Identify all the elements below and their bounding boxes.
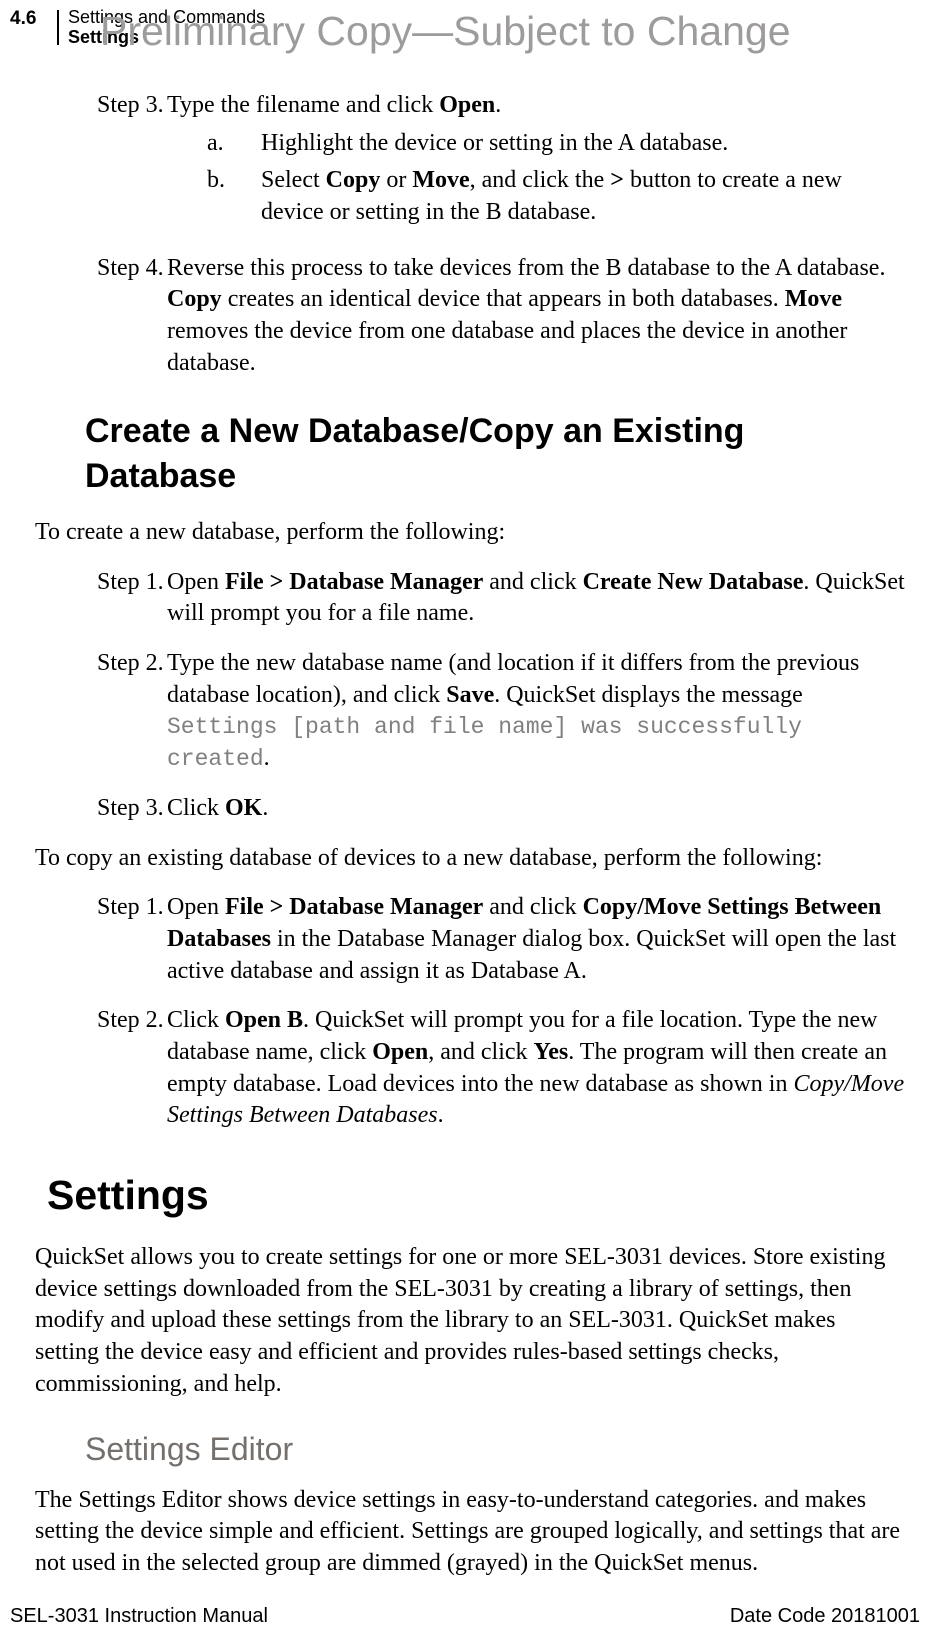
- heading-settings-editor: Settings Editor: [85, 1428, 905, 1470]
- heading-settings: Settings: [47, 1168, 905, 1222]
- footer-right: Date Code 20181001: [730, 1605, 920, 1628]
- cps1-pre: Open: [167, 894, 225, 920]
- cps1-post: in the Database Manager dialog box. Quic…: [167, 926, 896, 984]
- copy-bold-2: Copy: [167, 286, 222, 312]
- step-4-pre: Reverse this process to take devices fro…: [167, 255, 885, 281]
- cs1-mid: and click: [483, 569, 582, 595]
- gt-bold: >: [610, 167, 624, 193]
- copy-step-1: Step 1. Open File > Database Manager and…: [35, 892, 905, 987]
- cs3-post: .: [262, 795, 268, 821]
- move-bold: Move: [412, 167, 469, 193]
- step-3a-text: Highlight the device or setting in the A…: [261, 128, 905, 160]
- editor-para: The Settings Editor shows device setting…: [35, 1485, 905, 1580]
- step-3b: b. Select Copy or Move, and click the > …: [167, 165, 905, 228]
- create-step-3-body: Click OK.: [167, 793, 905, 825]
- cs3-pre: Click: [167, 795, 225, 821]
- code-message: Settings [path and file name] was succes…: [167, 714, 802, 772]
- create-step-1-body: Open File > Database Manager and click C…: [167, 567, 905, 630]
- create-new-db-bold: Create New Database: [583, 569, 804, 595]
- header-divider: [57, 10, 59, 45]
- file-db-mgr-bold: File > Database Manager: [225, 569, 483, 595]
- step-3b-mid: , and click the: [470, 167, 611, 193]
- copy-step-2: Step 2. Click Open B. QuickSet will prom…: [35, 1005, 905, 1132]
- cps2-pre: Click: [167, 1007, 225, 1033]
- page-content: Step 3. Type the filename and click Open…: [35, 90, 905, 1598]
- step-4-mid1: creates an identical device that appears…: [222, 286, 785, 312]
- create-step-1-label: Step 1.: [35, 567, 167, 630]
- copy-step-2-label: Step 2.: [35, 1005, 167, 1132]
- step-3b-or: or: [380, 167, 412, 193]
- section-title: Settings: [68, 28, 265, 48]
- open-b-bold: Open B: [225, 1007, 303, 1033]
- cs2-mid: . QuickSet displays the message: [494, 682, 803, 708]
- step-3b-pre: Select: [261, 167, 326, 193]
- create-intro-para: To create a new database, perform the fo…: [35, 517, 905, 549]
- step-3-text-pre: Type the filename and click: [167, 92, 439, 118]
- yes-bold: Yes: [534, 1039, 569, 1065]
- step-3-block: Step 3. Type the filename and click Open…: [35, 90, 905, 235]
- letter-b: b.: [207, 165, 261, 228]
- create-step-2-label: Step 2.: [35, 648, 167, 775]
- step-3a: a. Highlight the device or setting in th…: [167, 128, 905, 160]
- cps2-mid2: , and click: [428, 1039, 533, 1065]
- move-bold-2: Move: [785, 286, 842, 312]
- ok-bold: OK: [225, 795, 262, 821]
- file-db-mgr-bold-2: File > Database Manager: [225, 894, 483, 920]
- cps2-post: .: [438, 1102, 444, 1128]
- create-step-3: Step 3. Click OK.: [35, 793, 905, 825]
- step-3-sublist: a. Highlight the device or setting in th…: [167, 128, 905, 229]
- page-header: 4.6 Settings and Commands Settings: [10, 8, 920, 48]
- create-step-2: Step 2. Type the new database name (and …: [35, 648, 905, 775]
- step-4-block: Step 4. Reverse this process to take dev…: [35, 253, 905, 380]
- create-step-2-body: Type the new database name (and location…: [167, 648, 905, 775]
- cs2-post: .: [264, 745, 270, 771]
- open-bold: Open: [439, 92, 495, 118]
- settings-para: QuickSet allows you to create settings f…: [35, 1242, 905, 1400]
- step-4-label: Step 4.: [35, 253, 167, 380]
- step-4-body: Reverse this process to take devices fro…: [167, 253, 905, 380]
- copy-intro-para: To copy an existing database of devices …: [35, 843, 905, 875]
- copy-step-2-body: Click Open B. QuickSet will prompt you f…: [167, 1005, 905, 1132]
- copy-step-1-label: Step 1.: [35, 892, 167, 987]
- step-3b-text: Select Copy or Move, and click the > but…: [261, 165, 905, 228]
- footer-left: SEL-3031 Instruction Manual: [10, 1605, 268, 1628]
- save-bold: Save: [446, 682, 494, 708]
- page-number: 4.6: [10, 8, 36, 30]
- header-titles: Settings and Commands Settings: [68, 8, 265, 48]
- step-3-label: Step 3.: [35, 90, 167, 235]
- create-step-3-label: Step 3.: [35, 793, 167, 825]
- step-3-body: Type the filename and click Open. a. Hig…: [167, 90, 905, 235]
- copy-bold: Copy: [326, 167, 381, 193]
- chapter-title: Settings and Commands: [68, 8, 265, 28]
- copy-step-1-body: Open File > Database Manager and click C…: [167, 892, 905, 987]
- cps1-mid: and click: [483, 894, 582, 920]
- cs1-pre: Open: [167, 569, 225, 595]
- step-3-text-post: .: [495, 92, 501, 118]
- open-bold-2: Open: [372, 1039, 428, 1065]
- create-step-1: Step 1. Open File > Database Manager and…: [35, 567, 905, 630]
- letter-a: a.: [207, 128, 261, 160]
- heading-create-database: Create a New Database/Copy an Existing D…: [85, 409, 905, 499]
- step-4-post: removes the device from one database and…: [167, 318, 847, 376]
